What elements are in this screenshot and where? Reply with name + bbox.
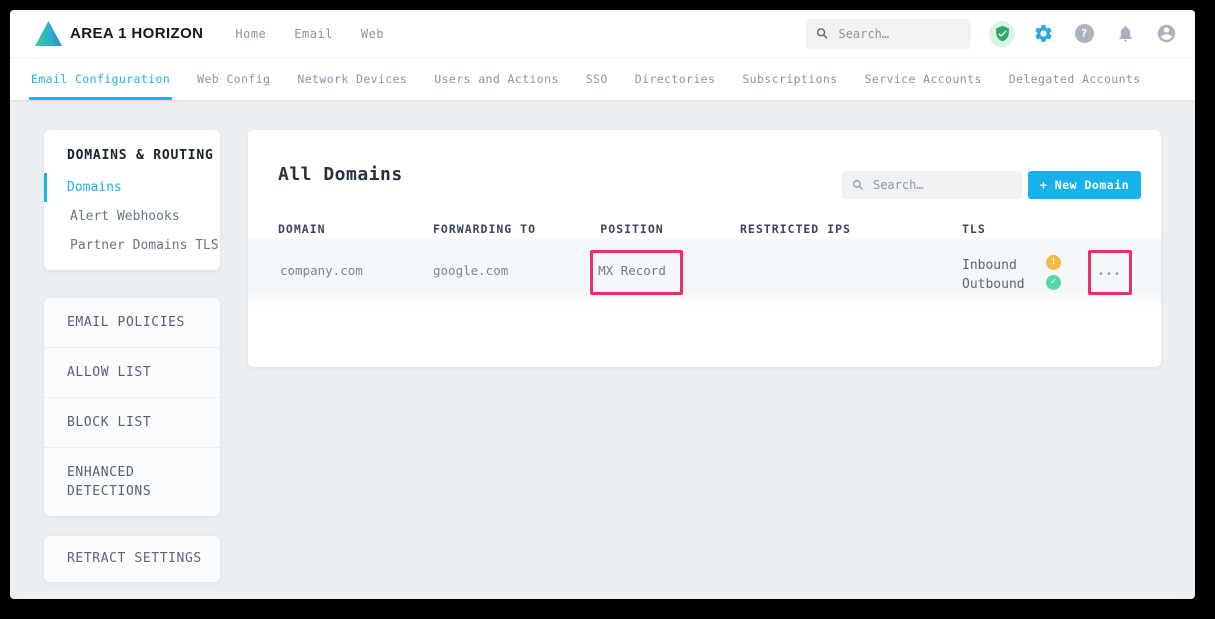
sidebar-item-allow-list[interactable]: ALLOW LIST (44, 347, 220, 397)
nav-email[interactable]: Email (294, 27, 333, 41)
tab-users-and-actions[interactable]: Users and Actions (434, 58, 559, 100)
notifications-bell-icon[interactable] (1112, 21, 1138, 47)
settings-gear-icon[interactable] (1030, 21, 1056, 47)
top-header: AREA 1 HORIZON Home Email Web (10, 10, 1195, 58)
app-window: AREA 1 HORIZON Home Email Web (10, 10, 1195, 599)
tls-status-icons: ! ✓ (1046, 255, 1061, 290)
logo-triangle-icon (35, 21, 62, 46)
config-tabbar: Email Configuration Web Config Network D… (10, 58, 1195, 100)
header-search[interactable] (806, 19, 971, 49)
tab-delegated-accounts[interactable]: Delegated Accounts (1009, 58, 1141, 100)
search-icon (816, 26, 828, 41)
tab-web-config[interactable]: Web Config (197, 58, 270, 100)
tab-subscriptions[interactable]: Subscriptions (742, 58, 837, 100)
column-tls: TLS (962, 222, 986, 236)
sidebar-item-partner-domains-tls[interactable]: Partner Domains TLS (44, 231, 220, 260)
tab-sso[interactable]: SSO (586, 58, 608, 100)
sidebar-item-email-policies[interactable]: EMAIL POLICIES (44, 298, 220, 347)
tab-network-devices[interactable]: Network Devices (297, 58, 407, 100)
nav-home[interactable]: Home (235, 27, 266, 41)
table-row: company.com google.com MX Record Inbound… (248, 239, 1161, 309)
sidebar-item-domains[interactable]: Domains (44, 173, 220, 202)
warning-icon: ! (1046, 255, 1061, 270)
sidebar-item-block-list[interactable]: BLOCK LIST (44, 397, 220, 447)
header-search-input[interactable] (836, 26, 961, 42)
sidebar-sections-card: EMAIL POLICIES ALLOW LIST BLOCK LIST ENH… (44, 298, 220, 516)
help-icon[interactable]: ? (1071, 21, 1097, 47)
sidebar-retract-card: RETRACT SETTINGS (44, 536, 220, 582)
tab-email-configuration[interactable]: Email Configuration (31, 58, 170, 100)
column-forwarding-to: FORWARDING TO (433, 222, 536, 236)
tls-outbound-label: Outbound (962, 275, 1025, 294)
tls-inbound-label: Inbound (962, 256, 1025, 275)
header-icons: ? (989, 21, 1179, 47)
search-icon (852, 178, 864, 192)
domains-search[interactable] (842, 171, 1022, 199)
nav-web[interactable]: Web (361, 27, 384, 41)
sidebar-domains-routing-card: DOMAINS & ROUTING Domains Alert Webhooks… (44, 130, 220, 270)
page-title: All Domains (278, 164, 403, 185)
table-header: DOMAIN FORWARDING TO POSITION RESTRICTED… (248, 222, 1161, 238)
sidebar-item-alert-webhooks[interactable]: Alert Webhooks (44, 202, 220, 231)
header-nav: Home Email Web (235, 27, 384, 41)
domains-search-input[interactable] (871, 177, 1012, 193)
brand-name: AREA 1 HORIZON (70, 25, 203, 42)
column-domain: DOMAIN (278, 222, 326, 236)
tls-cell: Inbound Outbound (962, 256, 1025, 294)
tab-directories[interactable]: Directories (635, 58, 716, 100)
column-restricted-ips: RESTRICTED IPS (740, 222, 851, 236)
verified-shield-icon[interactable] (989, 21, 1015, 47)
all-domains-panel: All Domains + New Domain DOMAIN FORWARDI… (248, 130, 1161, 367)
new-domain-button[interactable]: + New Domain (1028, 171, 1141, 199)
domain-cell: company.com (280, 263, 363, 278)
tab-service-accounts[interactable]: Service Accounts (865, 58, 982, 100)
column-position: POSITION (558, 222, 706, 236)
logo[interactable]: AREA 1 HORIZON (35, 21, 203, 46)
sidebar-item-enhanced-detections[interactable]: ENHANCED DETECTIONS (44, 447, 220, 516)
sidebar-item-retract-settings[interactable]: RETRACT SETTINGS (44, 536, 220, 582)
check-icon: ✓ (1046, 275, 1061, 290)
position-cell: MX Record (558, 263, 706, 278)
sidebar-section-title: DOMAINS & ROUTING (44, 142, 220, 173)
row-actions-menu-button[interactable]: ••• (1094, 261, 1126, 287)
account-icon[interactable] (1153, 21, 1179, 47)
forwarding-to-cell: google.com (433, 263, 508, 278)
